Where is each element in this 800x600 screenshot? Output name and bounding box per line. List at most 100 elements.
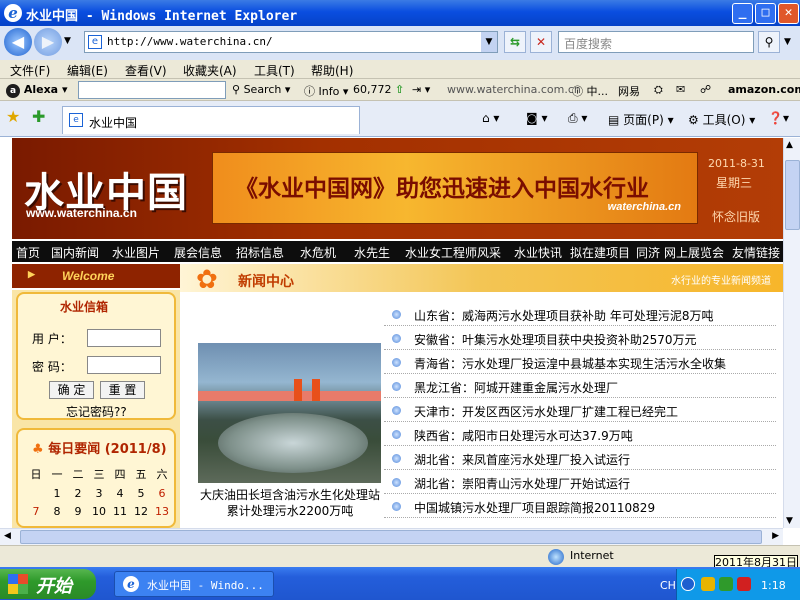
forward-button[interactable]: ▶ xyxy=(34,28,62,56)
nav-home[interactable]: 首页 xyxy=(16,244,40,261)
news-item[interactable]: 湖北省：崇阳青山污水处理厂开始试运行 xyxy=(384,470,776,494)
scroll-right-icon[interactable]: ▶ xyxy=(772,531,779,541)
favorites-star-icon[interactable]: ★ xyxy=(6,107,20,126)
search-input[interactable]: 百度搜索 xyxy=(558,31,754,53)
menu-file[interactable]: 文件(F) xyxy=(10,62,50,79)
news-item[interactable]: 天津市：开发区西区污水处理厂扩建工程已经完工 xyxy=(384,398,776,422)
history-dropdown-icon[interactable]: ▼ xyxy=(64,36,71,46)
vertical-scroll-thumb[interactable] xyxy=(785,160,800,230)
add-favorites-icon[interactable]: ✚ xyxy=(32,107,45,126)
address-bar[interactable]: e http://www.waterchina.cn/ ▼ xyxy=(84,31,498,53)
menu-edit[interactable]: 编辑(E) xyxy=(67,62,108,79)
password-input[interactable] xyxy=(87,356,161,374)
nav-online-expo[interactable]: 网上展览会 xyxy=(664,244,724,261)
news-item-text[interactable]: 天津市：开发区西区污水处理厂扩建工程已经完工 xyxy=(414,403,678,420)
news-item-text[interactable]: 湖北省：崇阳青山污水处理厂开始试运行 xyxy=(414,475,630,492)
nav-mr-water[interactable]: 水先生 xyxy=(354,244,390,261)
help-icon[interactable]: ❓▾ xyxy=(768,111,789,125)
nav-friend-links[interactable]: 友情链接 xyxy=(732,244,780,261)
menu-tools[interactable]: 工具(T) xyxy=(254,62,295,79)
news-item[interactable]: 安徽省：叶集污水处理项目获中央投资补助2570万元 xyxy=(384,326,776,350)
language-indicator[interactable]: CH xyxy=(660,579,676,592)
calendar-day[interactable]: 10 xyxy=(89,505,109,518)
nav-domestic-news[interactable]: 国内新闻 xyxy=(51,244,99,261)
tab-waterchina[interactable]: e 水业中国 xyxy=(62,106,360,134)
maximize-button[interactable]: □ xyxy=(755,3,776,24)
nav-water-express[interactable]: 水业快讯 xyxy=(514,244,562,261)
nav-water-pictures[interactable]: 水业图片 xyxy=(112,244,160,261)
alexa-info-button[interactable]: ⓘ Info ▾ xyxy=(304,83,348,99)
antivirus-icon[interactable] xyxy=(737,577,751,591)
network-icon[interactable] xyxy=(719,577,733,591)
news-item-text[interactable]: 湖北省：来凤首座污水处理厂投入试运行 xyxy=(414,451,630,468)
security-shield-icon[interactable] xyxy=(701,577,715,591)
netease-link[interactable]: 网易 xyxy=(618,83,640,99)
taskbar-item-ie[interactable]: e 水业中国 - Windo... xyxy=(114,571,274,597)
nav-water-crisis[interactable]: 水危机 xyxy=(300,244,336,261)
news-item[interactable]: 陕西省：咸阳市日处理污水可达37.9万吨 xyxy=(384,422,776,446)
alexa-logo[interactable]: a Alexa ▾ xyxy=(6,83,67,98)
forgot-password-link[interactable]: 忘记密码?? xyxy=(66,403,127,420)
nav-planned-projects[interactable]: 拟在建项目 xyxy=(570,244,630,261)
calendar-day[interactable]: 1 xyxy=(47,487,67,500)
horizontal-scroll-thumb[interactable] xyxy=(20,530,762,544)
news-item[interactable]: 湖北省：来凤首座污水处理厂投入试运行 xyxy=(384,446,776,470)
calendar-day[interactable]: 7 xyxy=(26,505,46,518)
calendar-day[interactable]: 12 xyxy=(131,505,151,518)
calendar-day[interactable]: 8 xyxy=(47,505,67,518)
news-item-text[interactable]: 安徽省：叶集污水处理项目获中央投资补助2570万元 xyxy=(414,331,697,348)
amazon-link[interactable]: amazon.com xyxy=(728,83,800,96)
ad-banner[interactable]: 《水业中国网》助您迅速进入中国水行业 waterchina.cn xyxy=(212,152,698,224)
alexa-related-button[interactable]: ⇥ ▾ xyxy=(412,83,430,96)
address-url[interactable]: http://www.waterchina.cn/ xyxy=(107,35,273,48)
news-item-text[interactable]: 青海省：污水处理厂投运湟中县城基本实现生活污水全收集 xyxy=(414,355,726,372)
china-link-icon[interactable]: ⓘ 中... xyxy=(572,83,608,99)
toolbar-icon-1[interactable]: ⛭ xyxy=(654,83,663,97)
photo-caption-line1[interactable]: 大庆油田长垣含油污水生化处理站 xyxy=(198,486,382,503)
news-item-text[interactable]: 陕西省：咸阳市日处理污水可达37.9万吨 xyxy=(414,427,633,444)
minimize-button[interactable]: _ xyxy=(732,3,753,24)
calendar-day[interactable]: 13 xyxy=(152,505,172,518)
news-item-text[interactable]: 山东省：威海两污水处理项目获补助 年可处理污泥8万吨 xyxy=(414,307,713,324)
scroll-down-icon[interactable]: ▼ xyxy=(786,516,793,526)
search-dropdown-icon[interactable]: ▼ xyxy=(784,37,791,47)
tools-menu[interactable]: ⚙ 工具(O) ▾ xyxy=(688,111,755,128)
toolbar-icon-2[interactable]: ✉ xyxy=(676,83,685,96)
scroll-up-icon[interactable]: ▲ xyxy=(786,140,793,150)
news-item-text[interactable]: 黑龙江省：阿城开建重金属污水处理厂 xyxy=(414,379,618,396)
calendar-day[interactable]: 4 xyxy=(110,487,130,500)
nav-female-engineers[interactable]: 水业女工程师风采 xyxy=(405,244,501,261)
alexa-site[interactable]: www.waterchina.com.cn xyxy=(447,83,581,96)
feeds-icon[interactable]: ◙ ▾ xyxy=(526,111,547,125)
menu-help[interactable]: 帮助(H) xyxy=(311,62,353,79)
menu-view[interactable]: 查看(V) xyxy=(125,62,167,79)
nav-tongji[interactable]: 同济 xyxy=(636,244,660,261)
nav-tenders[interactable]: 招标信息 xyxy=(236,244,284,261)
news-item-text[interactable]: 中国城镇污水处理厂项目跟踪简报20110829 xyxy=(414,499,655,516)
login-button[interactable]: 确 定 xyxy=(49,381,94,399)
username-input[interactable] xyxy=(87,329,161,347)
menu-favorites[interactable]: 收藏夹(A) xyxy=(183,62,237,79)
calendar-day[interactable]: 11 xyxy=(110,505,130,518)
news-item[interactable]: 黑龙江省：阿城开建重金属污水处理厂 xyxy=(384,374,776,398)
photo-caption-line2[interactable]: 累计处理污水2200万吨 xyxy=(198,502,382,519)
start-button[interactable]: 开始 xyxy=(0,569,96,599)
clock[interactable]: 1:18 xyxy=(761,579,786,592)
search-icon[interactable]: ⚲ xyxy=(758,31,780,53)
toolbar-icon-3[interactable]: ☍ xyxy=(700,83,711,96)
calendar-day[interactable]: 6 xyxy=(152,487,172,500)
home-icon[interactable]: ⌂ ▾ xyxy=(482,111,499,125)
vertical-scrollbar[interactable]: ▲ ▼ xyxy=(783,138,800,528)
calendar-day[interactable]: 9 xyxy=(68,505,88,518)
calendar-day[interactable]: 3 xyxy=(89,487,109,500)
news-item[interactable]: 中国城镇污水处理厂项目跟踪简报20110829 xyxy=(384,494,776,518)
page-menu[interactable]: ▤ 页面(P) ▾ xyxy=(608,111,674,128)
address-dropdown-icon[interactable]: ▼ xyxy=(481,32,497,52)
stop-icon[interactable]: ✕ xyxy=(530,31,552,53)
back-button[interactable]: ◀ xyxy=(4,28,32,56)
calendar-day[interactable]: 2 xyxy=(68,487,88,500)
tray-arrow-icon[interactable] xyxy=(681,577,695,591)
horizontal-scrollbar[interactable]: ◀ ▶ xyxy=(0,528,783,545)
alexa-search-button[interactable]: ⚲ Search ▾ xyxy=(232,83,290,96)
close-button[interactable]: ✕ xyxy=(778,3,799,24)
